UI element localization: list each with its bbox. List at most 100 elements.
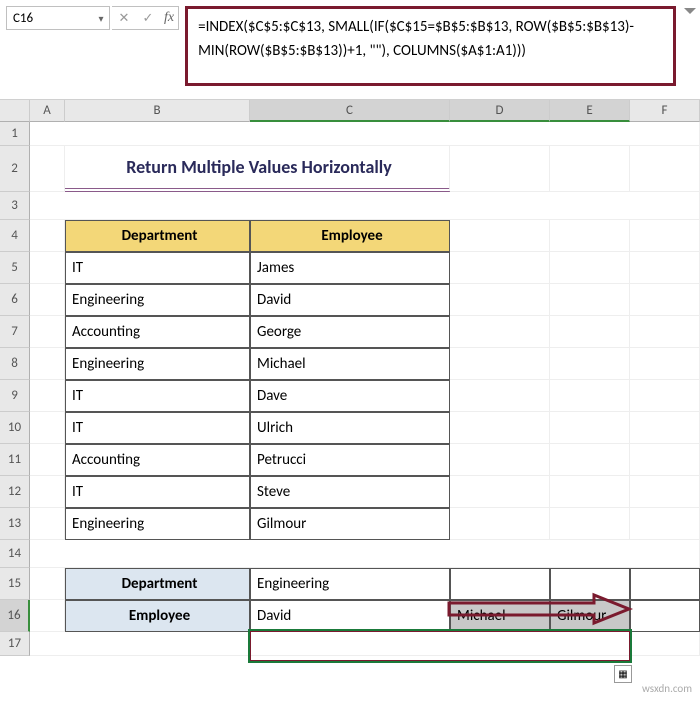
cell[interactable] [630, 380, 700, 412]
cell[interactable] [630, 444, 700, 476]
cell[interactable] [450, 284, 550, 316]
autofill-options-icon[interactable]: ▦ [614, 665, 632, 683]
cell[interactable] [550, 146, 630, 192]
row-header-5[interactable]: 5 [0, 252, 30, 284]
cell[interactable] [450, 146, 550, 192]
cell[interactable] [30, 412, 65, 444]
table-cell[interactable]: Petrucci [250, 444, 450, 476]
cell[interactable] [630, 348, 700, 380]
table-cell[interactable]: IT [65, 252, 250, 284]
cell[interactable] [30, 316, 65, 348]
cell[interactable] [30, 192, 700, 220]
row-header-14[interactable]: 14 [0, 540, 30, 568]
row-header-12[interactable]: 12 [0, 476, 30, 508]
table-cell[interactable]: George [250, 316, 450, 348]
cell[interactable] [450, 316, 550, 348]
row-header-4[interactable]: 4 [0, 220, 30, 252]
cell[interactable] [550, 316, 630, 348]
row-header-13[interactable]: 13 [0, 508, 30, 540]
row-header-1[interactable]: 1 [0, 122, 30, 146]
cell[interactable] [630, 412, 700, 444]
fx-icon[interactable]: fx [160, 10, 178, 26]
table-cell[interactable]: David [250, 284, 450, 316]
cell[interactable] [550, 348, 630, 380]
row-header-10[interactable]: 10 [0, 412, 30, 444]
cell[interactable] [550, 476, 630, 508]
table-cell[interactable]: Gilmour [250, 508, 450, 540]
row-header-16[interactable]: 16 [0, 600, 30, 632]
row-header-6[interactable]: 6 [0, 284, 30, 316]
name-box[interactable]: C16 ▾ [6, 6, 110, 30]
table-cell[interactable]: Ulrich [250, 412, 450, 444]
col-header-A[interactable]: A [30, 100, 65, 122]
table-cell[interactable]: IT [65, 476, 250, 508]
cell[interactable] [450, 380, 550, 412]
cell[interactable] [30, 568, 65, 600]
cell[interactable] [450, 508, 550, 540]
col-header-E[interactable]: E [550, 100, 630, 122]
cell[interactable] [550, 412, 630, 444]
row-header-2[interactable]: 2 [0, 146, 30, 192]
table-cell[interactable]: Dave [250, 380, 450, 412]
cell[interactable] [30, 476, 65, 508]
cancel-icon[interactable]: ✕ [112, 11, 136, 26]
select-all-corner[interactable] [0, 100, 30, 122]
lookup-employee-label[interactable]: Employee [65, 600, 250, 632]
cell[interactable] [30, 600, 65, 632]
table-cell[interactable]: Engineering [65, 284, 250, 316]
cell[interactable] [30, 122, 700, 146]
cell[interactable] [450, 252, 550, 284]
table-cell[interactable]: Accounting [65, 316, 250, 348]
cell[interactable] [630, 146, 700, 192]
lookup-department-value[interactable]: Engineering [250, 568, 450, 600]
chevron-down-icon[interactable]: ▾ [93, 12, 109, 25]
cell[interactable] [30, 540, 700, 568]
table-cell[interactable]: Accounting [65, 444, 250, 476]
cell[interactable] [550, 284, 630, 316]
table-cell[interactable]: IT [65, 380, 250, 412]
cell[interactable] [450, 476, 550, 508]
col-header-B[interactable]: B [65, 100, 250, 122]
row-header-8[interactable]: 8 [0, 348, 30, 380]
cell[interactable] [550, 444, 630, 476]
cell[interactable] [630, 600, 700, 632]
cell[interactable] [30, 348, 65, 380]
cell[interactable] [630, 476, 700, 508]
cell[interactable] [450, 412, 550, 444]
cell[interactable] [30, 380, 65, 412]
result-cell-1[interactable]: David [250, 600, 450, 632]
table-header-department[interactable]: Department [65, 220, 250, 252]
cell[interactable] [630, 284, 700, 316]
spreadsheet-grid[interactable]: A B C D E F 1 2 Return Multiple Values H… [0, 100, 700, 656]
cell[interactable] [550, 220, 630, 252]
cell[interactable] [630, 568, 700, 600]
row-header-7[interactable]: 7 [0, 316, 30, 348]
cell[interactable] [630, 252, 700, 284]
cell[interactable] [450, 348, 550, 380]
cell[interactable] [550, 380, 630, 412]
cell[interactable] [30, 508, 65, 540]
cell[interactable] [30, 252, 65, 284]
cell[interactable] [30, 220, 65, 252]
cell[interactable] [30, 632, 700, 656]
col-header-C[interactable]: C [250, 100, 450, 122]
table-cell[interactable]: Michael [250, 348, 450, 380]
cell[interactable] [630, 220, 700, 252]
row-header-15[interactable]: 15 [0, 568, 30, 600]
table-cell[interactable]: Engineering [65, 508, 250, 540]
cell[interactable] [550, 508, 630, 540]
row-header-3[interactable]: 3 [0, 192, 30, 220]
table-header-employee[interactable]: Employee [250, 220, 450, 252]
table-cell[interactable]: James [250, 252, 450, 284]
col-header-F[interactable]: F [630, 100, 700, 122]
table-cell[interactable]: IT [65, 412, 250, 444]
cell[interactable] [30, 146, 65, 192]
table-cell[interactable]: Engineering [65, 348, 250, 380]
table-cell[interactable]: Steve [250, 476, 450, 508]
row-header-17[interactable]: 17 [0, 632, 30, 656]
cell[interactable] [550, 252, 630, 284]
row-header-9[interactable]: 9 [0, 380, 30, 412]
cell[interactable] [450, 444, 550, 476]
formula-bar[interactable]: =INDEX($C$5:$C$13, SMALL(IF($C$15=$B$5:$… [185, 6, 676, 86]
row-header-11[interactable]: 11 [0, 444, 30, 476]
